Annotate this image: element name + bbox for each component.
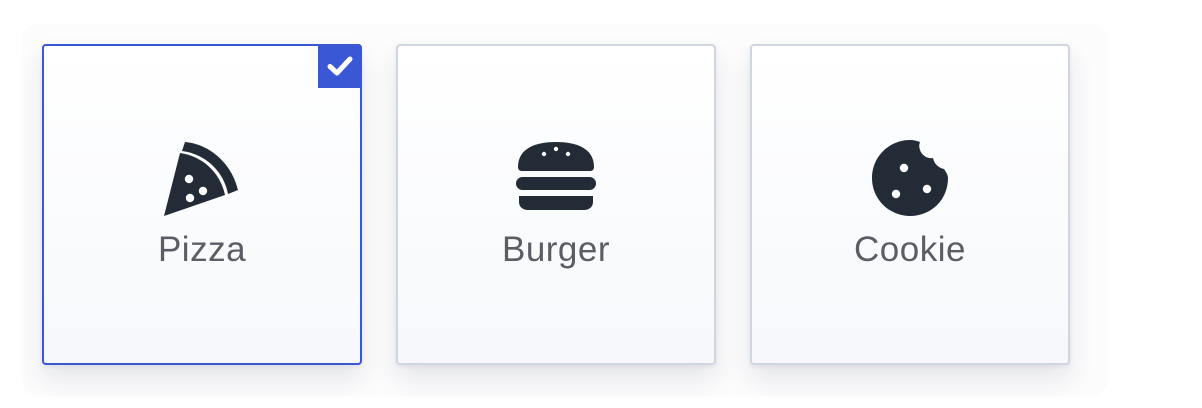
cookie-bite-icon [868, 134, 952, 218]
option-card-burger[interactable]: Burger [396, 44, 716, 365]
pizza-slice-icon [160, 134, 244, 218]
checkmark-icon [327, 56, 353, 76]
hamburger-icon [514, 134, 598, 218]
option-card-pizza[interactable]: Pizza [42, 44, 362, 365]
option-label: Cookie [854, 230, 966, 269]
option-label: Pizza [157, 230, 247, 269]
option-label: Burger [501, 230, 611, 269]
option-card-cookie[interactable]: Cookie [750, 44, 1070, 365]
selected-check-badge [318, 44, 362, 88]
